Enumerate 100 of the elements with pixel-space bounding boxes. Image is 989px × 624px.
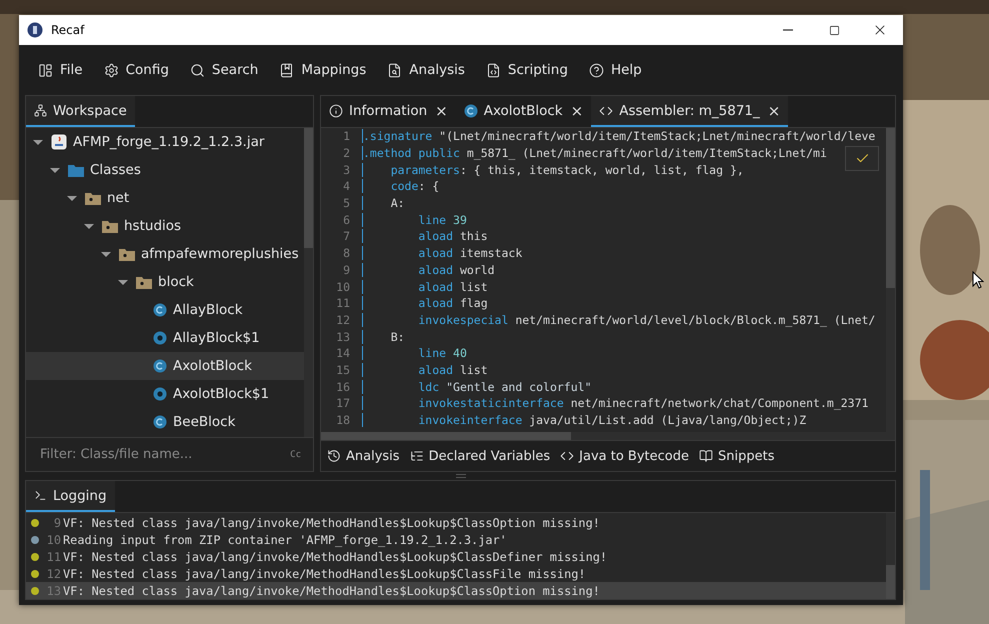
tool-tab[interactable]: Java to Bytecode [560,448,689,464]
line-number: 5 [342,196,351,210]
line-number: 12 [335,312,351,327]
line-number: 10 [335,280,351,294]
code-line: line 39 [362,212,467,227]
scrollbar[interactable] [304,128,313,437]
tree-item-label: AllayBlock$1 [173,330,260,346]
package-folder-icon [136,276,152,288]
info-icon [329,104,343,118]
expand-caret-icon[interactable] [101,252,111,256]
window-title: Recaf [51,23,86,37]
menu-item[interactable]: Scripting [484,58,587,82]
menu-item[interactable]: Mappings [277,58,386,82]
scrollbar[interactable] [321,432,886,440]
line-number: 11 [335,296,351,310]
log-line-number: 11 [46,550,61,564]
log-message: VF: Nested class java/lang/invoke/MethodHandles$Lookup$ClassDefiner missing! [63,550,608,564]
package-folder-icon [102,220,118,232]
jar-icon [51,134,67,150]
code-line: invokeinterface java/util/List.add (Ljava/lang/Object;)Z [362,413,806,428]
document-search-icon [387,62,402,78]
expand-caret-icon[interactable] [84,224,94,228]
tree-item[interactable]: BeeBlock [26,408,304,436]
class-icon [153,359,167,373]
line-number: 9 [342,262,351,277]
line-number: 3 [342,162,351,177]
menu-item[interactable]: Help [586,58,661,82]
tab-label: AxolotBlock [484,102,563,118]
terminal-icon [34,489,47,502]
expand-caret-icon[interactable] [67,196,77,200]
tree-item[interactable]: AxolotBlock [26,352,304,380]
editor-tab[interactable]: AxolotBlock × [456,96,592,127]
help-icon [588,62,604,78]
app-logo-icon [27,22,43,38]
apply-button[interactable] [845,146,879,171]
tool-tab[interactable]: Declared Variables [410,448,550,464]
log-message: VF: Nested class java/lang/invoke/MethodHandles$Lookup$ClassOption missing! [63,516,600,530]
code-line: aload list [362,280,488,294]
class-icon [153,303,167,317]
close-tab-button[interactable]: × [766,102,780,120]
tree-item[interactable]: net [26,184,304,212]
code-line: aload list [362,362,488,377]
expand-caret-icon[interactable] [33,140,43,144]
line-number: 2 [342,146,351,160]
tree-item-label: AxolotBlock [173,358,252,374]
code-line: aload this [362,229,488,244]
line-number: 13 [335,330,351,344]
tool-tab[interactable]: Analysis [327,448,400,464]
line-number: 18 [335,413,351,428]
code-line: A: [362,196,405,210]
line-number: 7 [342,229,351,244]
tree-item[interactable]: AxolotBlock$1 [26,380,304,408]
tab-label: Information [349,102,428,118]
tree-item-label: AllayBlock [173,302,243,318]
menu-item[interactable]: Search [188,58,278,82]
code-line: invokestaticinterface net/minecraft/network/chat/Component.m_2371 [362,396,868,410]
menu-item[interactable]: Config [102,58,188,82]
code-line: .method public m_5871_ (Lnet/minecraft/world/item/ItemStack;Lnet/mi [362,146,827,160]
log-message: VF: Nested class java/lang/invoke/MethodHandles$Lookup$ClassFile missing! [63,566,586,580]
line-number: 8 [342,246,351,260]
log-line-number: 9 [52,516,61,530]
line-number: 17 [335,396,351,410]
menu-item[interactable]: Analysis [385,58,484,82]
close-tab-button[interactable]: × [568,102,584,120]
code-line: ldc "Gentle and colorful" [362,380,592,394]
tree-item[interactable]: AllayBlock [26,296,304,324]
log-level-dot [31,536,39,544]
tool-tab[interactable]: Snippets [699,448,774,464]
inner-class-icon [153,387,167,401]
line-number: 15 [335,362,351,377]
line-number: 14 [335,346,351,360]
tree-item[interactable]: afmpafewmoreplushies [26,240,304,268]
code-icon [560,449,574,463]
editor-tab[interactable]: Information × [321,96,456,127]
class-icon [464,104,478,118]
tree-item[interactable]: Classes [26,156,304,184]
scrollbar[interactable] [886,513,895,599]
book-icon [699,449,713,463]
log-level-dot [31,570,39,578]
menu-item[interactable]: File [36,58,102,82]
log-message: VF: Nested class java/lang/invoke/MethodHandles$Lookup$ClassOption missing! [63,584,600,598]
scrollbar[interactable] [886,128,895,440]
history-icon [327,449,341,463]
workspace-tab[interactable]: Workspace [26,96,135,127]
line-number: 16 [335,380,351,394]
layout-icon [38,62,53,78]
case-toggle-button[interactable]: Cc [290,450,301,460]
close-tab-button[interactable]: × [433,102,448,120]
tree-item[interactable]: AFMP_forge_1.19.2_1.2.3.jar [26,128,304,156]
tree-item[interactable]: hstudios [26,212,304,240]
class-icon [153,415,167,429]
expand-caret-icon[interactable] [118,280,128,284]
log-line-number: 12 [46,566,61,580]
tree-item[interactable]: AllayBlock$1 [26,324,304,352]
tree-item[interactable]: block [26,268,304,296]
expand-caret-icon[interactable] [50,168,60,172]
editor-tab[interactable]: Assembler: m_5871_ × [591,96,788,127]
code-line: .signature "(Lnet/minecraft/world/item/ItemStack;Lnet/minecraft/world/leve [362,129,876,144]
logging-tab[interactable]: Logging [26,481,115,512]
tree-icon [34,104,47,117]
